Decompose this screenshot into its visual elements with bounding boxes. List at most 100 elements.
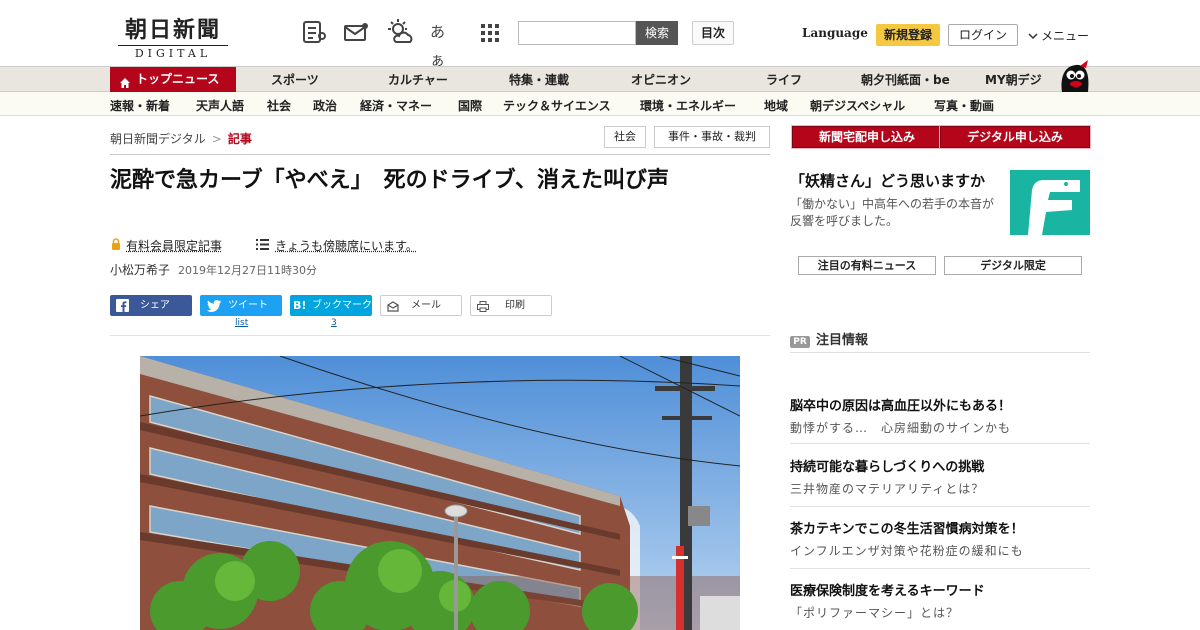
twitter-share-label: ツイート [228,300,268,311]
subnav-item-environment[interactable]: 環境・エネルギー [640,97,736,114]
twitter-bird-icon [207,299,221,320]
article-title: 泥酔で急カーブ「やべえ」 死のドライブ、消えた叫び声 [110,168,670,193]
digital-only-button[interactable]: デジタル限定 [944,256,1082,275]
news-icon[interactable] [300,18,328,46]
chevron-down-icon [1028,29,1038,43]
nav-item-life[interactable]: ライフ [766,71,802,88]
pr-item-title: 持続可能な暮らしづくりへの挑戦 [790,460,985,475]
pr-item-subtitle: インフルエンザ対策や花粉症の緩和にも [790,544,1024,558]
subscribe-digital-button[interactable]: デジタル申し込み [939,125,1091,149]
pr-heading: 注目情報 [816,333,869,348]
pr-item[interactable]: 持続可能な暮らしづくりへの挑戦 三井物産のマテリアリティとは？ [790,456,1090,507]
subnav-item-society[interactable]: 社会 [267,97,291,114]
pr-item-subtitle: 動悸がする… 心房細動のサインかも [790,421,1012,435]
home-icon [119,73,131,88]
search-button[interactable]: 検索 [636,21,678,45]
facebook-icon [116,299,129,320]
author: 小松万希子 [110,263,171,277]
envelope-icon [387,300,399,319]
divider [790,443,1090,444]
sidebar-feature-description[interactable]: 「働かない」中高年への若手の本音が反響を呼びました。 [790,196,1004,230]
print-button[interactable]: 印刷 [470,295,552,316]
feature-thumbnail-image[interactable] [1010,170,1090,235]
breadcrumb-current: 記事 [227,132,252,146]
list-icon [256,238,269,253]
paid-member-label[interactable]: 有料会員限定記事 [110,237,222,254]
subnav-item-international[interactable]: 国際 [458,97,482,114]
subnav-item-photo-video[interactable]: 写真・動画 [934,97,994,114]
subnav-item-politics[interactable]: 政治 [313,97,337,114]
print-label: 印刷 [505,300,525,311]
nav-item-label: トップニュース [136,72,220,86]
twitter-count[interactable]: list [235,318,248,328]
site-logo[interactable]: 朝日新聞 DIGITAL [118,12,228,60]
sidebar-feature-title[interactable]: 「妖精さん」どう思いますか [790,170,985,191]
tag-incident[interactable]: 事件・事故・裁判 [654,126,770,148]
subscribe-paper-button[interactable]: 新聞宅配申し込み [791,125,943,149]
nav-item-paper[interactable]: 朝夕刊紙面・be [861,71,950,88]
mascot-icon[interactable] [1058,58,1092,92]
nav-item-opinion[interactable]: オピニオン [631,71,691,88]
subnav-item-tensei-jingo[interactable]: 天声人語 [196,97,244,114]
breadcrumb: 朝日新聞デジタル > 記事 [110,130,252,147]
mail-icon[interactable] [342,18,370,46]
pr-item-subtitle: 三井物産のマテリアリティとは？ [790,482,985,496]
apps-grid-icon[interactable] [476,18,504,46]
breadcrumb-separator: > [211,132,222,146]
pr-item[interactable]: 脳卒中の原因は高血圧以外にもある！ 動悸がする… 心房細動のサインかも [790,395,1090,444]
toc-button[interactable]: 目次 [692,21,734,45]
paid-news-button[interactable]: 注目の有料ニュース [798,256,936,275]
pr-item-subtitle: 「ポリファーマシー」とは？ [790,606,960,620]
logo-jp: 朝日新聞 [124,17,221,43]
menu-button[interactable]: メニュー [1028,27,1089,44]
subnav-item-economy[interactable]: 経済・マネー [360,97,432,114]
logo-en: DIGITAL [118,45,228,60]
hatena-bookmark-button[interactable]: B! ブックマーク [290,295,372,316]
breadcrumb-home[interactable]: 朝日新聞デジタル [110,132,206,146]
pr-section-header: PR 注目情報 [790,329,1090,353]
divider [790,568,1090,569]
tag-society[interactable]: 社会 [604,126,646,148]
series-text: きょうも傍聴席にいます。 [275,239,418,253]
mail-share-label: メール [411,300,441,311]
series-link[interactable]: きょうも傍聴席にいます。 [256,237,418,254]
byline: 小松万希子 2019年12月27日11時30分 [110,261,317,278]
language-link[interactable]: Language [802,26,868,40]
pr-item[interactable]: 医療保険制度を考えるキーワード 「ポリファーマシー」とは？ [790,580,1090,621]
nav-item-top-news[interactable]: トップニュース [110,67,236,92]
mail-share-button[interactable]: メール [380,295,462,316]
register-button[interactable]: 新規登録 [876,24,940,46]
paid-member-text: 有料会員限定記事 [126,239,223,253]
hatena-bookmark-label: ブックマーク [312,300,372,311]
facebook-share-button[interactable]: シェア [110,295,192,316]
menu-label: メニュー [1041,29,1090,43]
pr-badge: PR [790,336,810,348]
hatena-icon: B! [293,299,307,312]
lock-icon [110,238,122,253]
font-size-icon[interactable]: あぁ [430,18,458,69]
subnav-item-regional[interactable]: 地域 [764,97,788,114]
main-nav: トップニュース スポーツ カルチャー 特集・連載 オピニオン ライフ 朝夕刊紙面… [0,66,1200,92]
search-input[interactable] [518,21,636,45]
hatena-count[interactable]: 3 [331,318,337,328]
pr-item-title: 茶カテキンでこの冬生活習慣病対策を！ [790,522,1024,537]
nav-item-culture[interactable]: カルチャー [388,71,448,88]
divider [790,506,1090,507]
subnav-item-breaking[interactable]: 速報・新着 [110,97,170,114]
nav-item-my-asadigi[interactable]: MY朝デジ [985,71,1042,88]
article-photo[interactable] [140,356,740,630]
nav-item-sports[interactable]: スポーツ [271,71,319,88]
divider [110,335,770,336]
sub-nav: 速報・新着 天声人語 社会 政治 経済・マネー 国際 テック＆サイエンス 環境・… [0,92,1200,116]
facebook-share-label: シェア [140,300,170,311]
weather-icon[interactable] [386,18,414,46]
twitter-share-button[interactable]: ツイート [200,295,282,316]
login-button[interactable]: ログイン [948,24,1018,46]
pr-item[interactable]: 茶カテキンでこの冬生活習慣病対策を！ インフルエンザ対策や花粉症の緩和にも [790,518,1090,569]
nav-item-features[interactable]: 特集・連載 [509,71,569,88]
printer-icon [477,300,489,319]
pr-item-title: 脳卒中の原因は高血圧以外にもある！ [790,399,1012,414]
subnav-item-tech[interactable]: テック＆サイエンス [503,97,611,114]
subnav-item-special[interactable]: 朝デジスペシャル [810,97,905,114]
publish-date: 2019年12月27日11時30分 [178,264,317,277]
